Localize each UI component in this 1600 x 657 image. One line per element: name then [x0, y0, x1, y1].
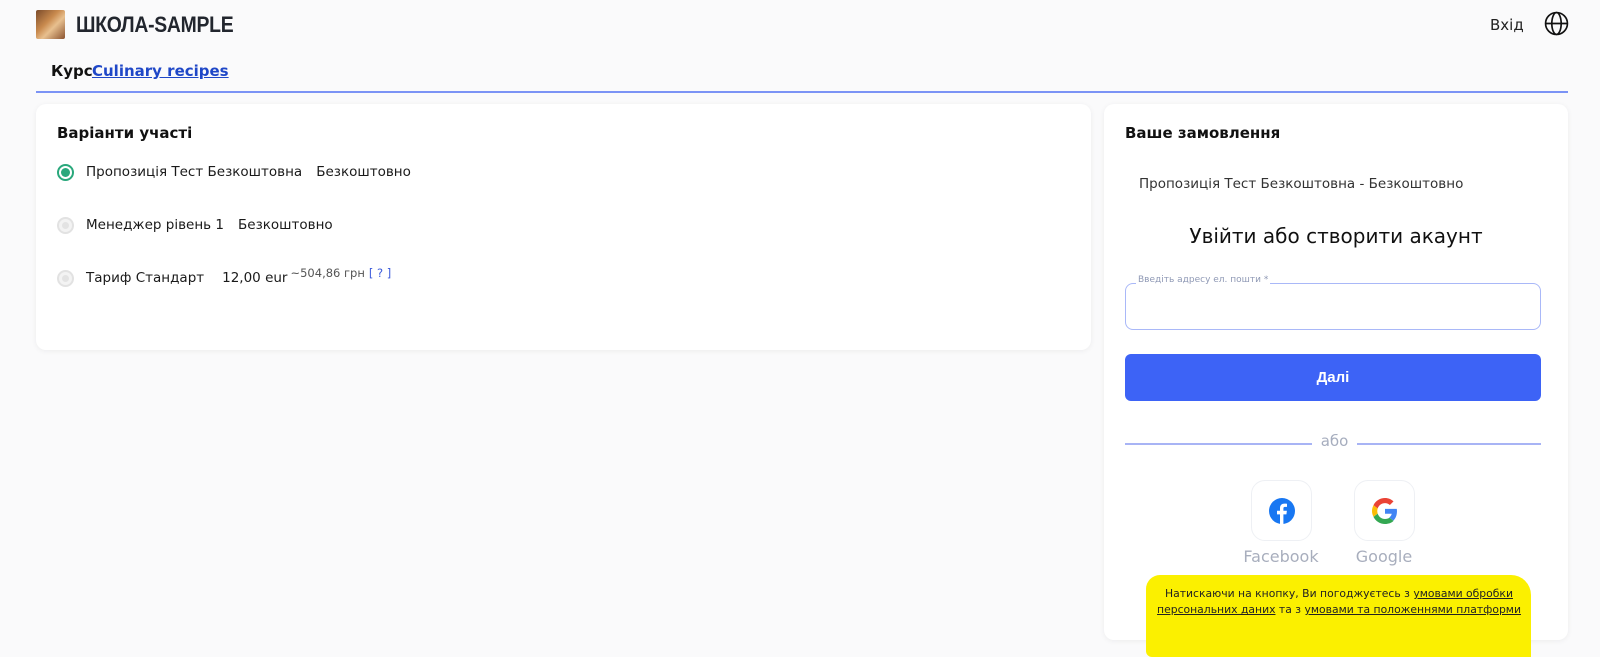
course-link[interactable]: Culinary recipes	[92, 62, 229, 80]
email-field[interactable]	[1125, 283, 1541, 330]
option-name: Тариф Стандарт	[86, 270, 205, 286]
option-name: Менеджер рівень 1	[86, 217, 224, 233]
facebook-icon	[1268, 497, 1295, 524]
order-title: Ваше замовлення	[1125, 124, 1281, 142]
option-price: 12,00 eur	[222, 270, 288, 286]
option-approx-price: ~504,86 грн	[290, 266, 365, 280]
option-price: Безкоштовно	[316, 164, 411, 180]
school-logo[interactable]	[36, 10, 65, 39]
participation-options-card: Варіанти участі Пропозиція Тест Безкошто…	[36, 104, 1091, 350]
radio-unselected[interactable]	[57, 269, 74, 287]
globe-icon[interactable]	[1544, 11, 1569, 36]
email-input[interactable]	[1138, 300, 1528, 324]
consent-text: Натискаючи на кнопку, Ви погоджуєтесь з …	[1150, 586, 1528, 618]
order-card: Ваше замовлення Пропозиція Тест Безкошто…	[1104, 104, 1568, 640]
google-icon	[1371, 497, 1397, 524]
consent-middle: та з	[1275, 603, 1305, 616]
email-label: Введіть адресу ел. пошти *	[1136, 275, 1271, 285]
header: ШКОЛА-SAMPLE Вхід	[0, 0, 1600, 50]
brand-name[interactable]: ШКОЛА-SAMPLE	[76, 12, 234, 38]
facebook-label: Facebook	[1243, 547, 1319, 566]
auth-title: Увійти або створити акаунт	[1189, 224, 1483, 248]
option-standard-tariff[interactable]: Тариф Стандарт 12,00 eur ~504,86 грн [ ?…	[57, 266, 391, 290]
participation-title: Варіанти участі	[57, 124, 193, 142]
order-summary-line: Пропозиція Тест Безкоштовна - Безкоштовн…	[1139, 176, 1464, 192]
facebook-login-button[interactable]	[1251, 480, 1312, 541]
course-breadcrumb: Курс Culinary recipes	[36, 58, 1568, 93]
divider	[1357, 443, 1541, 445]
next-button[interactable]: Далі	[1125, 354, 1541, 401]
login-link[interactable]: Вхід	[1490, 16, 1524, 34]
radio-selected[interactable]	[57, 163, 74, 181]
consent-before: Натискаючи на кнопку, Ви погоджуєтесь з	[1165, 587, 1414, 600]
course-prefix: Курс	[51, 62, 93, 80]
radio-unselected[interactable]	[57, 216, 74, 234]
google-login-button[interactable]	[1354, 480, 1415, 541]
price-help-link[interactable]: [ ? ]	[369, 266, 391, 280]
option-name: Пропозиція Тест Безкоштовна	[86, 164, 303, 180]
divider	[1125, 443, 1312, 445]
option-free-test[interactable]: Пропозиція Тест Безкоштовна Безкоштовно	[57, 160, 411, 184]
or-label: або	[1320, 432, 1349, 450]
option-manager-level-1[interactable]: Менеджер рівень 1 Безкоштовно	[57, 213, 333, 237]
platform-terms-link[interactable]: умовами та положеннями платформи	[1304, 603, 1521, 616]
google-label: Google	[1355, 547, 1413, 566]
option-price: Безкоштовно	[238, 217, 333, 233]
